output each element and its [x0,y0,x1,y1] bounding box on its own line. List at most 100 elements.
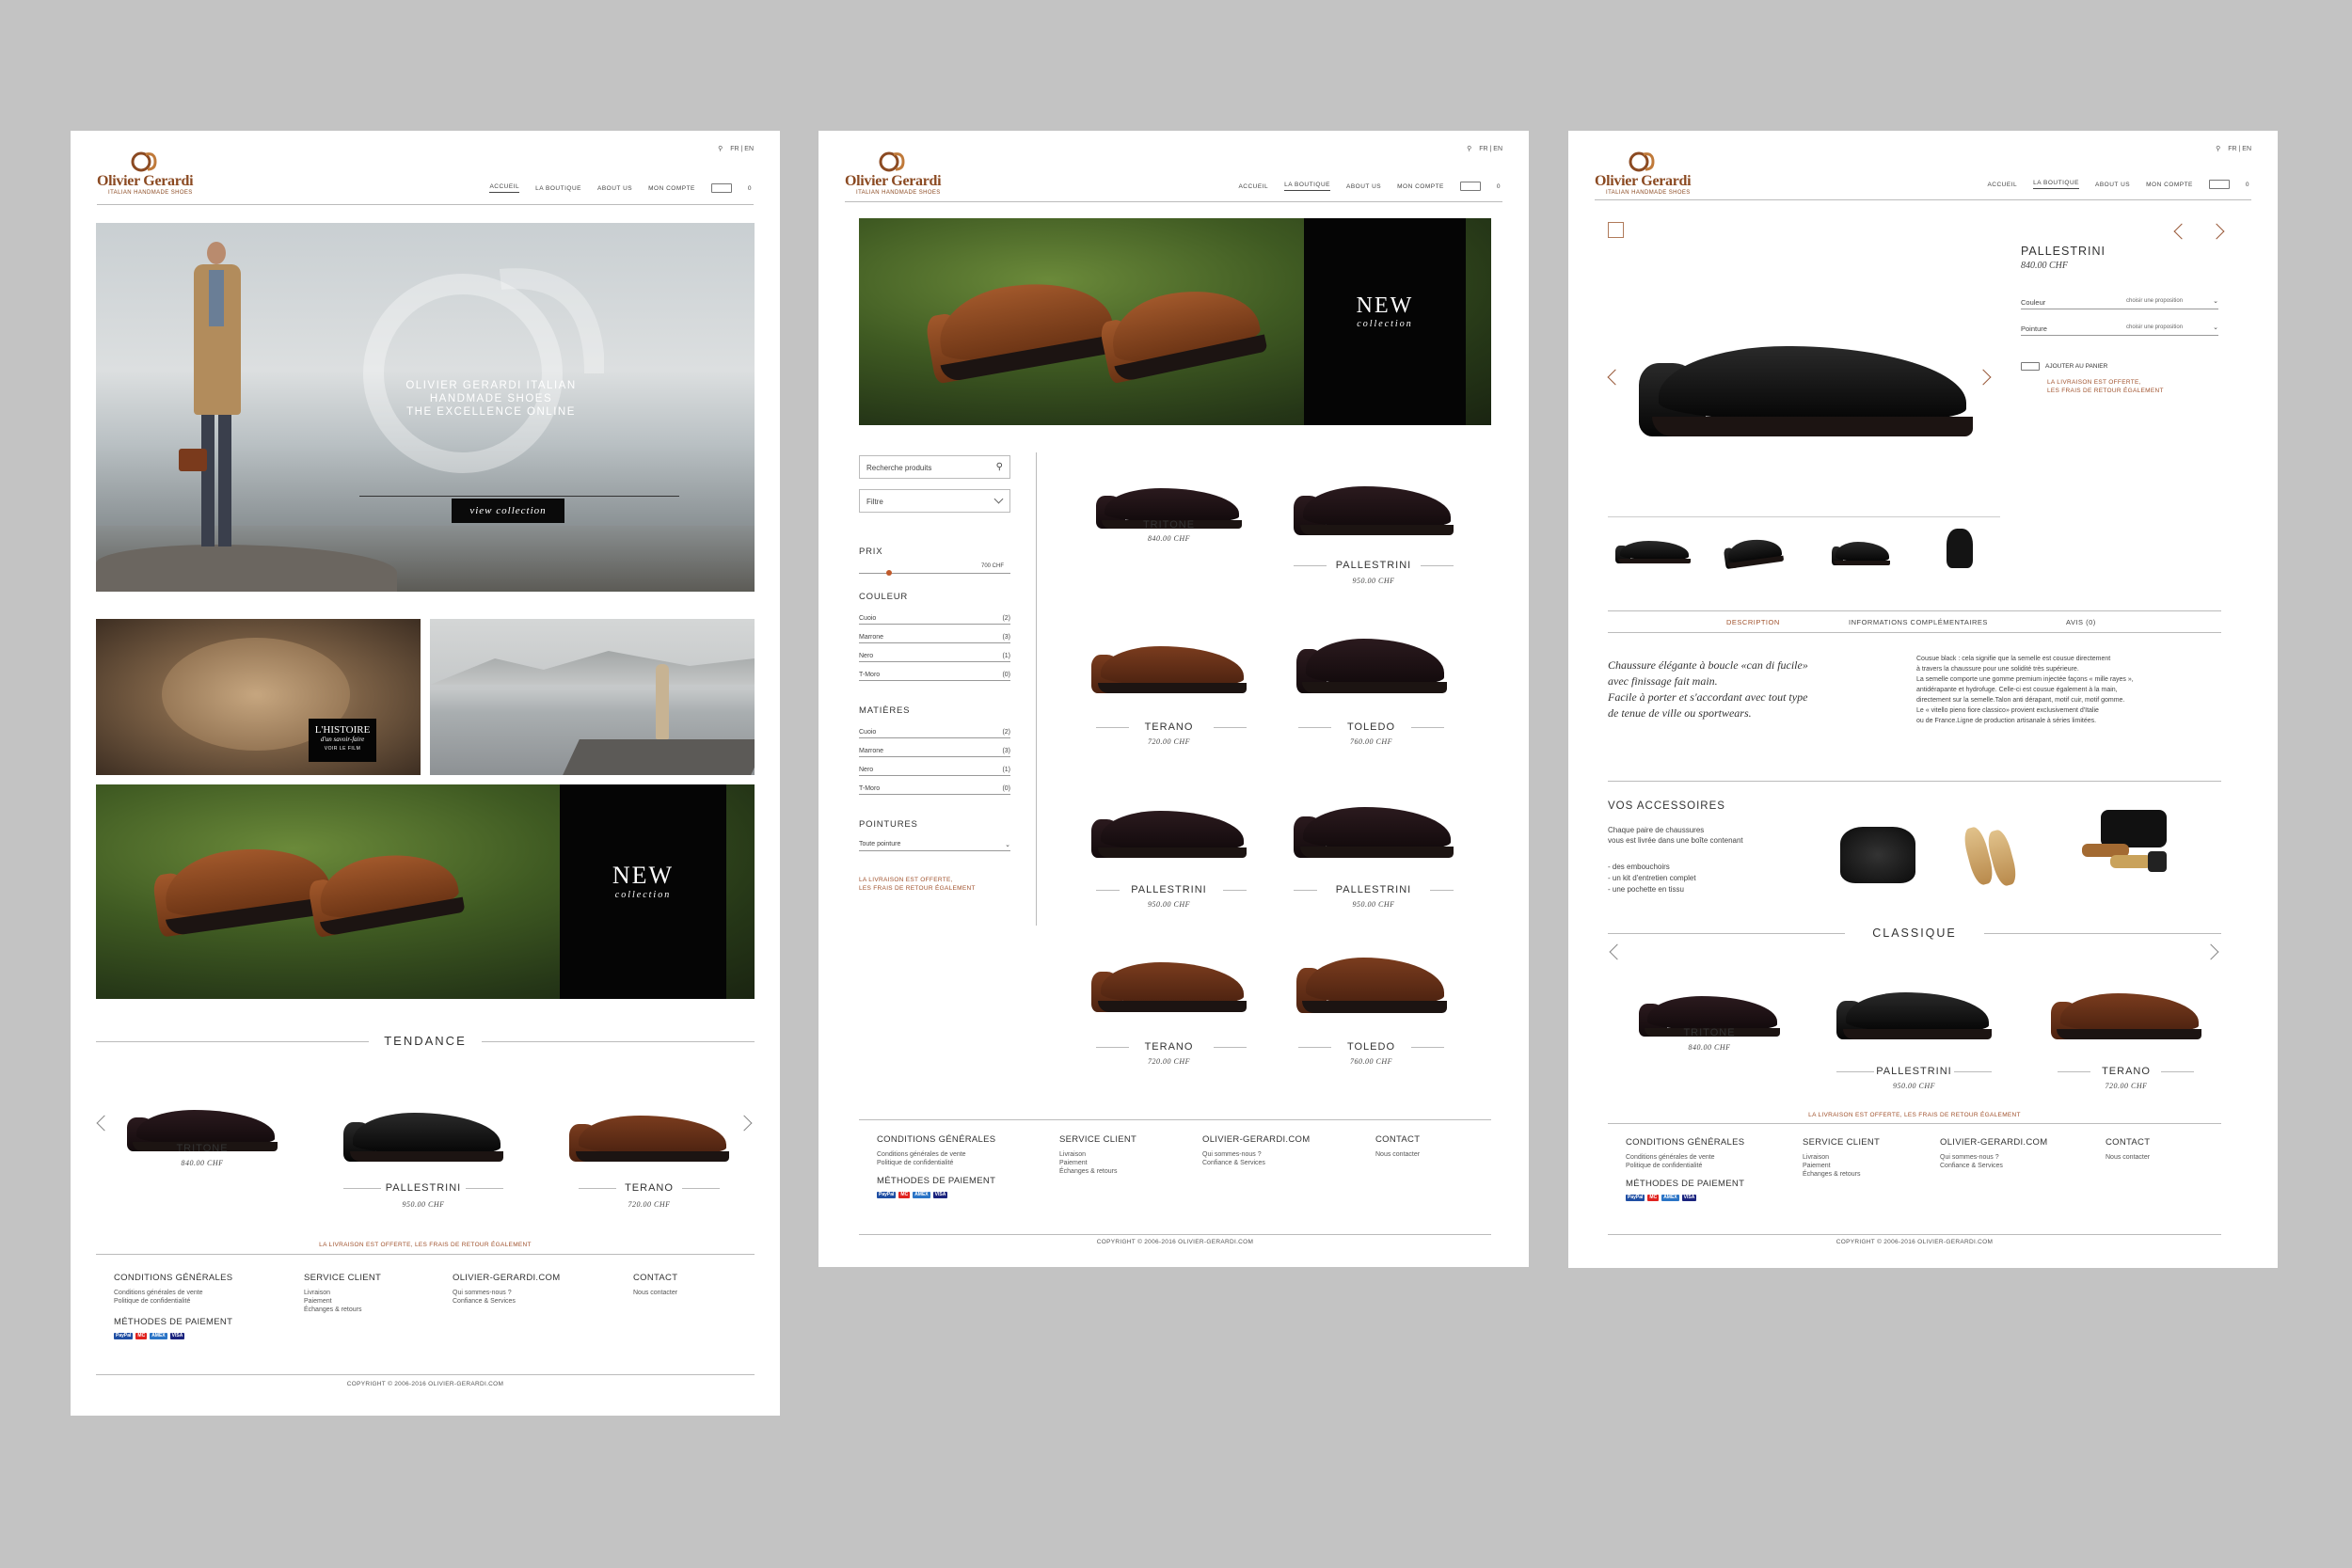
footer-link-cgv[interactable]: Conditions générales de vente [114,1289,283,1297]
nav-shop[interactable]: LA BOUTIQUE [1284,182,1330,191]
shop-banner[interactable]: NEW collection [859,218,1491,425]
nav-account[interactable]: MON COMPTE [2146,182,2193,188]
footer-link-payment[interactable]: Paiement [1059,1159,1191,1167]
footer-link-trust[interactable]: Confiance & Services [453,1297,612,1306]
footer-link-about[interactable]: Qui sommes-nous ? [453,1289,612,1297]
footer-link-contact[interactable]: Nous contacter [2106,1153,2200,1162]
price-slider-track[interactable] [859,573,1010,574]
footer-link-contact[interactable]: Nous contacter [1375,1150,1470,1159]
grid-product-name-3[interactable]: TERANO [1091,721,1247,733]
nav-shop[interactable]: LA BOUTIQUE [2033,180,2079,189]
gallery-next-arrow-icon[interactable] [1975,369,1992,386]
cart-icon[interactable] [710,183,732,193]
product-prev-arrow-icon[interactable] [2173,223,2190,240]
grid-product-name-2[interactable]: PALLESTRINI [1294,560,1454,571]
search-icon[interactable]: ⚲ [718,145,723,152]
size-select[interactable]: Pointure choisir une proposition ⌄ [2021,325,2218,336]
gallery-grid-icon[interactable] [1608,222,1624,238]
grid-product-image-3[interactable] [1091,629,1247,693]
footer-link-about[interactable]: Qui sommes-nous ? [1940,1153,2090,1162]
footer-link-cgv[interactable]: Conditions générales de vente [877,1150,1046,1159]
tab-description[interactable]: DESCRIPTION [1726,618,1780,626]
grid-product-image-4[interactable] [1296,620,1447,693]
related-product-name-3[interactable]: TERANO [2051,1066,2201,1077]
language-switch[interactable]: FR | EN [2228,146,2251,152]
nav-shop[interactable]: LA BOUTIQUE [535,185,581,192]
related-next-arrow-icon[interactable] [2202,943,2219,960]
thumbnail-3[interactable] [1832,533,1890,565]
footer-link-contact[interactable]: Nous contacter [633,1289,727,1297]
trend-product-name-1[interactable]: TRITONE [127,1143,278,1154]
grid-product-name-1[interactable]: TRITONE [1096,519,1242,531]
view-collection-button[interactable]: view collection [452,499,564,523]
footer-link-privacy[interactable]: Politique de confidentialité [877,1159,1046,1167]
footer-link-delivery[interactable]: Livraison [1059,1150,1191,1159]
material-option-nero[interactable]: Nero (1) [859,767,1010,776]
gallery-prev-arrow-icon[interactable] [1607,369,1624,386]
nav-home[interactable]: ACCUEIL [1238,183,1268,190]
grid-product-image-8[interactable] [1296,938,1447,1013]
color-option-cuoio[interactable]: Cuoio (2) [859,615,1010,625]
footer-link-trust[interactable]: Confiance & Services [1202,1159,1353,1167]
color-option-marrone[interactable]: Marrone (3) [859,634,1010,643]
search-icon[interactable]: ⚲ [2216,145,2220,152]
language-switch[interactable]: FR | EN [730,146,754,152]
footer-link-trust[interactable]: Confiance & Services [1940,1162,2090,1170]
tab-reviews[interactable]: AVIS (0) [2066,618,2096,626]
trend-product-image-2[interactable] [343,1096,503,1162]
color-option-tmoro[interactable]: T-Moro (0) [859,672,1010,681]
nav-account[interactable]: MON COMPTE [1397,183,1444,190]
grid-product-name-8[interactable]: TOLEDO [1294,1041,1449,1053]
footer-link-privacy[interactable]: Politique de confidentialité [1626,1162,1795,1170]
material-option-cuoio[interactable]: Cuoio (2) [859,729,1010,738]
grid-product-image-5[interactable] [1091,794,1247,858]
trend-prev-arrow-icon[interactable] [96,1115,113,1132]
nav-about[interactable]: ABOUT US [2095,182,2130,188]
filter-select[interactable]: Filtre [859,489,1010,513]
footer-link-delivery[interactable]: Livraison [1803,1153,1934,1162]
footer-link-returns[interactable]: Échanges & retours [304,1306,445,1314]
grid-product-image-6[interactable] [1294,789,1454,858]
grid-product-name-5[interactable]: PALLESTRINI [1091,884,1247,895]
history-link[interactable]: VOIR LE FILM [309,746,376,752]
product-next-arrow-icon[interactable] [2208,223,2225,240]
color-select[interactable]: Couleur choisir une proposition ⌄ [2021,298,2218,309]
related-product-image-3[interactable] [2051,977,2201,1039]
history-tile[interactable]: L'HISTOIRE d'un savoir-faire VOIR LE FIL… [96,619,421,775]
thumbnail-2[interactable] [1722,528,1785,570]
thumbnail-1[interactable] [1615,533,1691,563]
price-slider-handle[interactable] [886,570,893,576]
language-switch[interactable]: FR | EN [1479,146,1502,152]
footer-link-about[interactable]: Qui sommes-nous ? [1202,1150,1353,1159]
footer-link-privacy[interactable]: Politique de confidentialité [114,1297,283,1306]
add-to-cart-button[interactable]: AJOUTER AU PANIER [2021,362,2107,371]
tab-more-info[interactable]: INFORMATIONS COMPLÉMENTAIRES [1849,618,1988,626]
nav-about[interactable]: ABOUT US [597,185,632,192]
footer-link-payment[interactable]: Paiement [1803,1162,1934,1170]
grid-product-name-7[interactable]: TERANO [1091,1041,1247,1053]
trend-next-arrow-icon[interactable] [736,1115,753,1132]
footer-link-returns[interactable]: Échanges & retours [1059,1167,1191,1176]
nav-home[interactable]: ACCUEIL [1987,182,2017,188]
footer-link-returns[interactable]: Échanges & retours [1803,1170,1934,1179]
size-select[interactable]: Toute pointure ⌄ [859,841,1010,851]
color-option-nero[interactable]: Nero (1) [859,653,1010,662]
grid-product-image-7[interactable] [1091,944,1247,1012]
material-option-tmoro[interactable]: T-Moro (0) [859,785,1010,795]
nav-about[interactable]: ABOUT US [1346,183,1381,190]
nav-account[interactable]: MON COMPTE [648,185,695,192]
related-product-name-1[interactable]: TRITONE [1639,1027,1780,1038]
trend-product-name-2[interactable]: PALLESTRINI [343,1182,503,1194]
thumbnail-4[interactable] [1947,529,1973,568]
trend-product-name-3[interactable]: TERANO [569,1182,729,1194]
footer-link-cgv[interactable]: Conditions générales de vente [1626,1153,1795,1162]
cart-icon[interactable] [2208,180,2230,189]
nav-home[interactable]: ACCUEIL [489,183,520,193]
grid-product-name-4[interactable]: TOLEDO [1294,721,1449,733]
trend-product-image-3[interactable] [569,1100,729,1162]
grid-product-name-6[interactable]: PALLESTRINI [1294,884,1454,895]
search-icon[interactable]: ⚲ [1467,145,1471,152]
related-prev-arrow-icon[interactable] [1609,943,1626,960]
footer-link-payment[interactable]: Paiement [304,1297,445,1306]
footer-link-delivery[interactable]: Livraison [304,1289,445,1297]
